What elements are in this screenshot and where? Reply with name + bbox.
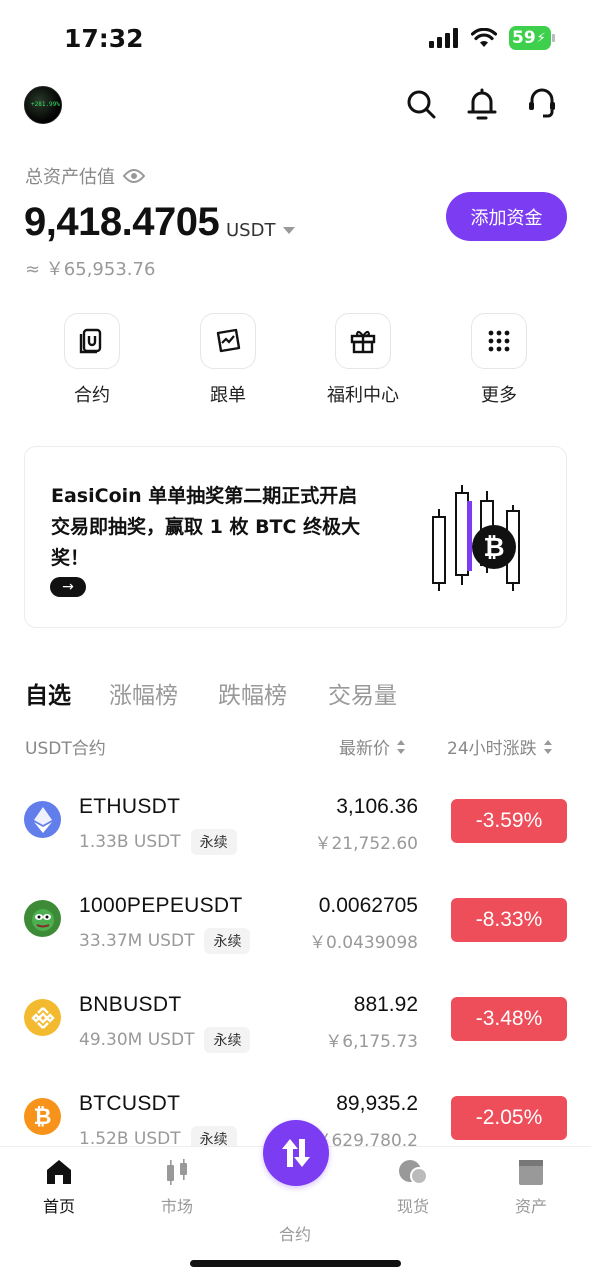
pair-volume: 1.33B USDT 永续	[79, 829, 237, 855]
home-icon	[47, 1160, 71, 1184]
battery-icon: 59 ⚡	[509, 26, 555, 50]
nav-label: 合约	[278, 1225, 311, 1244]
copy-trade-icon	[200, 313, 256, 369]
banner-arrow-button[interactable]: →	[50, 577, 86, 597]
last-price: 881.92	[353, 993, 418, 1016]
total-assets-cny: ≈ ￥65,953.76	[25, 259, 156, 280]
perpetual-badge: 永续	[204, 928, 251, 954]
pair-symbol: ETHUSDT	[79, 795, 181, 818]
btc-icon: ₿	[24, 1098, 61, 1135]
battery-level: 59	[512, 28, 536, 48]
pepe-icon	[24, 900, 61, 937]
change-badge: -8.33%	[451, 898, 567, 942]
perpetual-badge: 永续	[204, 1027, 251, 1053]
column-price-label: 最新价	[339, 739, 390, 759]
pair-symbol: BTCUSDT	[79, 1092, 181, 1115]
tab-gainers[interactable]: 涨幅榜	[109, 676, 178, 710]
total-assets-label: 总资产估值	[25, 163, 145, 189]
quick-action-label: 跟单	[210, 385, 246, 406]
bell-icon[interactable]	[464, 86, 500, 122]
bnb-icon	[24, 999, 61, 1036]
search-icon[interactable]	[403, 86, 439, 122]
change-badge: -3.48%	[451, 997, 567, 1041]
eye-icon[interactable]	[123, 168, 145, 184]
last-price: 89,935.2	[336, 1092, 418, 1115]
quick-action-copy-trade[interactable]: 跟单	[173, 313, 283, 407]
quick-action-label: 合约	[74, 385, 110, 406]
banner-candles-illustration: ₿	[432, 485, 520, 591]
tab-losers[interactable]: 跌幅榜	[218, 676, 287, 710]
asset-unit: USDT	[226, 220, 276, 241]
status-time: 17:32	[64, 24, 144, 53]
support-headset-icon[interactable]	[524, 86, 560, 122]
quick-action-more[interactable]: 更多	[444, 313, 554, 407]
swap-arrows-icon	[282, 1139, 310, 1167]
column-pair: USDT合约	[25, 739, 106, 759]
volume-text: 1.33B USDT	[79, 832, 181, 852]
promo-banner[interactable]: EasiCoin 单单抽奖第二期正式开启 交易即抽奖，赢取 1 枚 BTC 终极…	[24, 446, 567, 628]
nav-home[interactable]: 首页	[0, 1157, 118, 1217]
table-row[interactable]: BNBUSDT 49.30M USDT 永续 881.92 ￥6,175.73 -…	[0, 983, 591, 1082]
quick-action-rewards[interactable]: 福利中心	[308, 313, 418, 407]
quick-action-contract[interactable]: 合约	[37, 313, 147, 407]
pair-symbol: 1000PEPEUSDT	[79, 894, 243, 917]
last-price-cny: ￥0.0439098	[309, 933, 418, 953]
table-row[interactable]: ETHUSDT 1.33B USDT 永续 3,106.36 ￥21,752.60…	[0, 785, 591, 884]
change-badge: -2.05%	[451, 1096, 567, 1140]
last-price: 0.0062705	[318, 894, 418, 917]
sort-icon	[543, 739, 552, 754]
svg-text:₿: ₿	[483, 533, 504, 563]
tab-volume[interactable]: 交易量	[328, 676, 397, 710]
column-price-sort[interactable]: 最新价	[339, 734, 406, 759]
banner-text: EasiCoin 单单抽奖第二期正式开启 交易即抽奖，赢取 1 枚 BTC 终极…	[51, 485, 361, 569]
nav-market[interactable]: 市场	[118, 1157, 236, 1217]
pair-symbol: BNBUSDT	[79, 993, 182, 1016]
nav-label: 首页	[42, 1197, 75, 1216]
contract-icon	[64, 313, 120, 369]
pair-volume: 33.37M USDT 永续	[79, 928, 251, 954]
caret-down-icon	[283, 226, 296, 234]
column-change-sort[interactable]: 24小时涨跌	[447, 734, 553, 759]
eth-icon	[24, 801, 61, 838]
quick-action-label: 福利中心	[327, 385, 399, 406]
avatar-text: +281.99%	[31, 101, 60, 108]
bitcoin-icon: ₿	[472, 525, 516, 569]
perpetual-badge: 永续	[190, 829, 237, 855]
total-assets-label-text: 总资产估值	[25, 167, 115, 188]
wifi-icon	[471, 28, 497, 47]
spot-icon	[399, 1160, 428, 1185]
quick-action-label: 更多	[481, 385, 517, 406]
add-funds-button[interactable]: 添加资金	[446, 192, 567, 241]
sort-icon	[397, 739, 405, 754]
last-price-cny: ￥21,752.60	[314, 834, 418, 854]
volume-text: 49.30M USDT	[79, 1030, 195, 1050]
volume-text: 33.37M USDT	[79, 931, 195, 951]
tab-favorites[interactable]: 自选	[25, 676, 71, 710]
nav-label: 市场	[160, 1197, 193, 1216]
nav-assets[interactable]: 资产	[472, 1157, 590, 1217]
pair-volume: 49.30M USDT 永续	[79, 1027, 251, 1053]
column-change-label: 24小时涨跌	[447, 739, 537, 759]
nav-spot[interactable]: 现货	[354, 1157, 472, 1217]
grid-dots-icon	[471, 313, 527, 369]
table-row[interactable]: 1000PEPEUSDT 33.37M USDT 永续 0.0062705 ￥0.…	[0, 884, 591, 983]
gift-icon	[335, 313, 391, 369]
nav-label: 现货	[396, 1197, 429, 1216]
last-price: 3,106.36	[336, 795, 418, 818]
nav-contract[interactable]: 合约	[236, 1221, 354, 1245]
wallet-icon	[519, 1160, 543, 1185]
total-assets-value: 9,418.4705	[24, 200, 220, 244]
signal-icon	[429, 28, 458, 48]
contract-fab-button[interactable]	[263, 1120, 329, 1186]
nav-label: 资产	[514, 1197, 547, 1216]
asset-unit-selector[interactable]: USDT	[226, 220, 296, 241]
home-indicator	[190, 1260, 401, 1267]
last-price-cny: ￥6,175.73	[325, 1032, 418, 1052]
status-icons: 59 ⚡	[429, 26, 555, 50]
candles-icon	[167, 1159, 187, 1185]
avatar[interactable]: +281.99%	[24, 86, 62, 124]
change-badge: -3.59%	[451, 799, 567, 843]
